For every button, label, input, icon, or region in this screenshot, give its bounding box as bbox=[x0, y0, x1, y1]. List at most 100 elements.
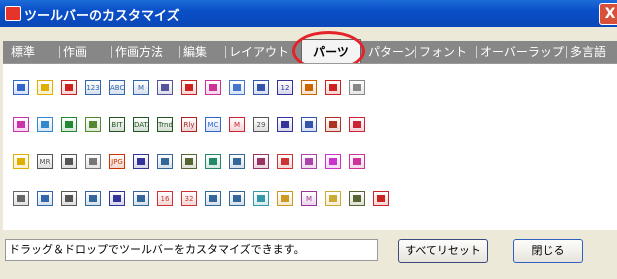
list-box-icon[interactable] bbox=[85, 191, 101, 206]
script-icon[interactable] bbox=[181, 154, 197, 169]
numeric-display-icon-label: 123 bbox=[86, 84, 100, 92]
flask-icon[interactable] bbox=[349, 117, 365, 132]
list-box-icon-glyph bbox=[89, 195, 97, 202]
macro-icon-label: M bbox=[233, 121, 241, 129]
data-icon[interactable]: DATA bbox=[133, 117, 149, 132]
sound-icon-glyph bbox=[65, 158, 73, 165]
capture-icon[interactable] bbox=[253, 154, 269, 169]
timer-icon[interactable] bbox=[325, 117, 341, 132]
close-window-button[interactable]: X bbox=[599, 3, 617, 25]
window-frame-icon-glyph bbox=[281, 121, 289, 128]
calculator-icon-glyph bbox=[257, 84, 265, 91]
list-view-icon[interactable] bbox=[133, 191, 149, 206]
edit-screen-icon[interactable] bbox=[325, 154, 341, 169]
recipe-icon-label: 16 bbox=[160, 195, 170, 203]
tab-8[interactable]: オーバーラップ bbox=[480, 41, 564, 63]
tab-1[interactable]: 作画 bbox=[63, 41, 107, 63]
lamp-icon[interactable] bbox=[181, 80, 197, 95]
message-display-icon[interactable]: M bbox=[133, 80, 149, 95]
recipe-icon[interactable]: 16 bbox=[157, 191, 173, 206]
network-icon[interactable] bbox=[157, 154, 173, 169]
slider-icon[interactable] bbox=[37, 191, 53, 206]
camera-icon[interactable] bbox=[133, 154, 149, 169]
trend-icon[interactable]: Trnd bbox=[157, 117, 173, 132]
message-display-icon-label: M bbox=[137, 84, 145, 92]
picture-icon[interactable] bbox=[205, 154, 221, 169]
ascii-display-icon-label: ABC bbox=[110, 84, 125, 92]
tab-0[interactable]: 標準 bbox=[11, 41, 55, 63]
tab-9[interactable]: 多言語 bbox=[570, 41, 610, 63]
block-icon-glyph bbox=[257, 195, 265, 202]
tab-4[interactable]: レイアウト bbox=[229, 41, 293, 63]
panel-icon[interactable] bbox=[109, 191, 125, 206]
comment-icon[interactable] bbox=[229, 80, 245, 95]
camera-icon-glyph bbox=[137, 158, 145, 165]
macro-icon[interactable]: M bbox=[229, 117, 245, 132]
lamp-icon-glyph bbox=[185, 84, 193, 91]
title-bar[interactable]: ツールバーのカスタマイズ X bbox=[0, 0, 617, 27]
calendar-icon[interactable]: 29 bbox=[253, 117, 269, 132]
comment-icon-glyph bbox=[233, 84, 241, 91]
tab-separator bbox=[476, 46, 477, 58]
edit-icon[interactable] bbox=[13, 117, 29, 132]
tab-2[interactable]: 作画方法 bbox=[115, 41, 175, 63]
users-icon[interactable] bbox=[349, 154, 365, 169]
recipe-32-icon[interactable]: 32 bbox=[181, 191, 197, 206]
reset-all-button[interactable]: すべてリセット bbox=[398, 239, 488, 263]
pie-chart-icon[interactable] bbox=[325, 80, 341, 95]
data-display-icon[interactable]: 12 bbox=[277, 80, 293, 95]
disk-icon[interactable] bbox=[301, 117, 317, 132]
customize-toolbar-dialog: ツールバーのカスタマイズ X 標準 作画 作画方法 編集 レイアウト パーツ パターン フォン… bbox=[0, 0, 617, 279]
relay-icon[interactable]: Rly bbox=[181, 117, 197, 132]
morph-icon-label: MR bbox=[39, 158, 51, 166]
table-data-icon[interactable] bbox=[157, 80, 173, 95]
data-display-icon-label: 12 bbox=[280, 84, 290, 92]
bit-icon[interactable]: BIT bbox=[109, 117, 125, 132]
view-icon[interactable] bbox=[229, 191, 245, 206]
icon-palette: 123 ABC M 12 BIT DATA Trnd Rly MC M 29 MR JPG 16 32 M bbox=[3, 63, 617, 230]
tab-separator bbox=[415, 46, 416, 58]
multi-file-icon[interactable] bbox=[349, 191, 365, 206]
switch-hand-icon-glyph bbox=[209, 84, 217, 91]
screen-window-icon[interactable] bbox=[13, 80, 29, 95]
tab-7[interactable]: フォント bbox=[419, 41, 473, 63]
script-icon-glyph bbox=[185, 158, 193, 165]
draw-edit-icon[interactable] bbox=[205, 191, 221, 206]
folder-write-icon[interactable] bbox=[277, 191, 293, 206]
image-icon[interactable] bbox=[37, 117, 53, 132]
alarm-history-icon[interactable] bbox=[61, 80, 77, 95]
record-icon[interactable] bbox=[277, 154, 293, 169]
tab-separator bbox=[179, 46, 180, 58]
tab-3[interactable]: 編集 bbox=[183, 41, 221, 63]
tab-6[interactable]: パターン bbox=[368, 41, 415, 63]
bell-icon[interactable] bbox=[13, 154, 29, 169]
window-frame-icon[interactable] bbox=[277, 117, 293, 132]
close-button[interactable]: 閉じる bbox=[513, 239, 583, 263]
keypad-icon[interactable] bbox=[13, 191, 29, 206]
morph-icon[interactable]: MR bbox=[37, 154, 53, 169]
alarm-icon-glyph bbox=[41, 84, 49, 91]
animation-icon[interactable] bbox=[61, 117, 77, 132]
sample-icon[interactable] bbox=[85, 117, 101, 132]
memory-card-icon[interactable]: MC bbox=[205, 117, 221, 132]
character-icon[interactable] bbox=[85, 154, 101, 169]
block-icon[interactable] bbox=[253, 191, 269, 206]
alarm-icon[interactable] bbox=[37, 80, 53, 95]
pump-icon[interactable] bbox=[373, 191, 389, 206]
calculator-icon[interactable] bbox=[253, 80, 269, 95]
sound-icon[interactable] bbox=[61, 154, 77, 169]
alarm-history-icon-glyph bbox=[65, 84, 73, 91]
meter-icon[interactable] bbox=[349, 80, 365, 95]
macro-run-icon[interactable]: M bbox=[301, 191, 317, 206]
folder-icon[interactable] bbox=[325, 191, 341, 206]
panel-icon-glyph bbox=[113, 195, 121, 202]
jpeg-icon-label: JPG bbox=[111, 158, 123, 166]
numeric-display-icon[interactable]: 123 bbox=[85, 80, 101, 95]
ascii-display-icon[interactable]: ABC bbox=[109, 80, 125, 95]
radio-button-icon[interactable] bbox=[61, 191, 77, 206]
switch-hand-icon[interactable] bbox=[205, 80, 221, 95]
monitor-icon[interactable] bbox=[301, 154, 317, 169]
jpeg-icon[interactable]: JPG bbox=[109, 154, 125, 169]
graph-icon[interactable] bbox=[301, 80, 317, 95]
video-icon[interactable] bbox=[229, 154, 245, 169]
